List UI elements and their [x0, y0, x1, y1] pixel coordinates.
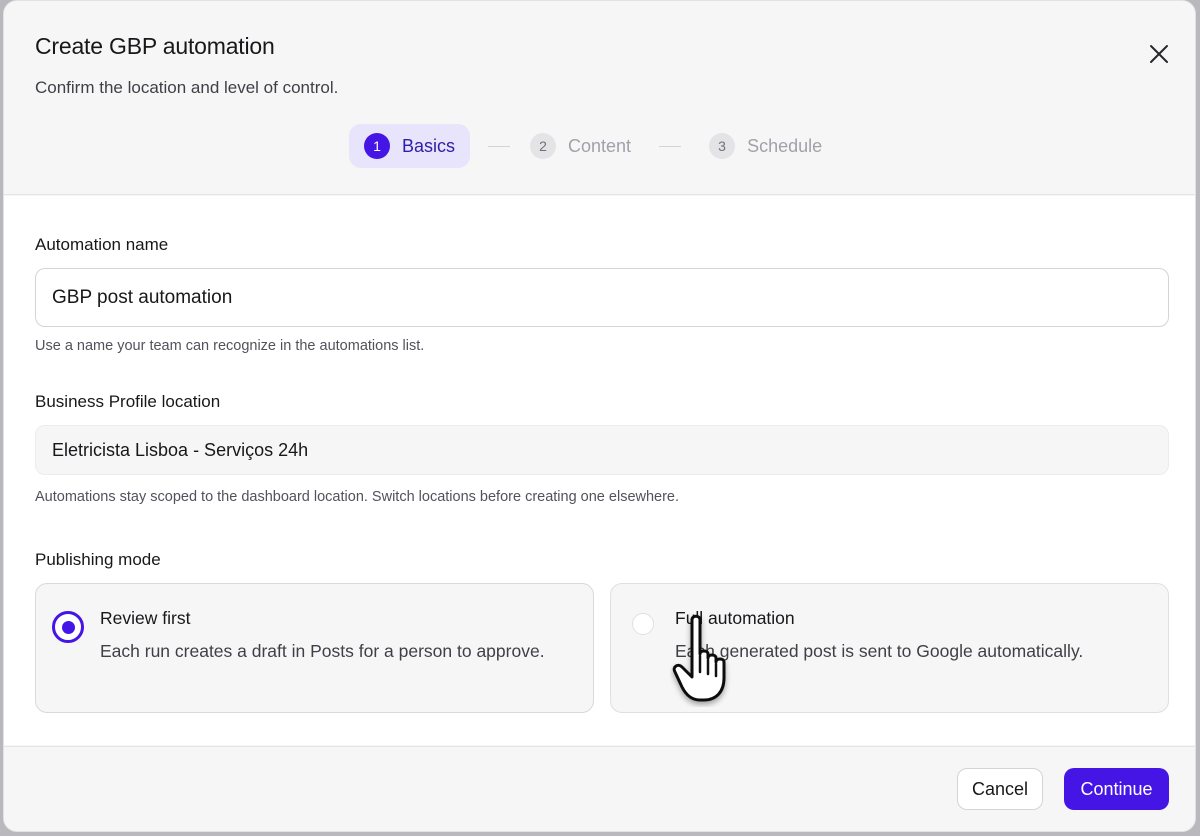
- location-label: Business Profile location: [35, 392, 221, 411]
- automation-name-label: Automation name: [35, 235, 169, 254]
- continue-button[interactable]: Continue: [1064, 768, 1169, 810]
- close-icon: [1150, 45, 1168, 63]
- step-content[interactable]: 2 Content: [528, 124, 633, 168]
- step-schedule[interactable]: 3 Schedule: [707, 124, 824, 168]
- mode-description: Each generated post is sent to Google au…: [675, 641, 1084, 661]
- mode-description: Each run creates a draft in Posts for a …: [100, 641, 545, 661]
- dialog-body: Automation name Use a name your team can…: [4, 196, 1195, 745]
- step-number: 1: [364, 133, 390, 159]
- location-value: Eletricista Lisboa - Serviços 24h: [52, 439, 309, 460]
- step-label: Schedule: [747, 135, 823, 156]
- automation-name-help: Use a name your team can recognize in th…: [35, 338, 425, 354]
- step-separator: [659, 145, 682, 147]
- mode-title: Review first: [100, 608, 191, 628]
- stepper: 1 Basics 2 Content 3 Schedule: [349, 124, 824, 168]
- mode-title: Full automation: [675, 608, 795, 628]
- step-separator: [488, 145, 511, 147]
- dialog-footer: Cancel Continue: [4, 746, 1195, 831]
- close-button[interactable]: [1144, 39, 1174, 69]
- dialog-subtitle: Confirm the location and level of contro…: [35, 78, 339, 97]
- dialog-header: Create GBP automation Confirm the locati…: [4, 1, 1195, 195]
- radio-full-automation[interactable]: [632, 613, 654, 635]
- location-help: Automations stay scoped to the dashboard…: [35, 489, 680, 505]
- automation-name-input[interactable]: [35, 268, 1169, 327]
- dialog-title: Create GBP automation: [35, 33, 275, 59]
- publishing-mode-label: Publishing mode: [35, 550, 161, 569]
- cancel-button[interactable]: Cancel: [957, 768, 1043, 810]
- mode-option-review-first[interactable]: Review first Each run creates a draft in…: [35, 583, 594, 713]
- location-field: Eletricista Lisboa - Serviços 24h: [35, 425, 1169, 475]
- step-number: 3: [709, 133, 736, 159]
- radio-review-first[interactable]: [52, 611, 84, 643]
- step-label: Basics: [402, 135, 456, 156]
- step-basics[interactable]: 1 Basics: [349, 124, 471, 168]
- mode-option-full-automation[interactable]: Full automation Each generated post is s…: [610, 583, 1169, 713]
- create-automation-dialog: Create GBP automation Confirm the locati…: [3, 0, 1196, 832]
- step-number: 2: [530, 133, 557, 159]
- step-label: Content: [568, 135, 632, 156]
